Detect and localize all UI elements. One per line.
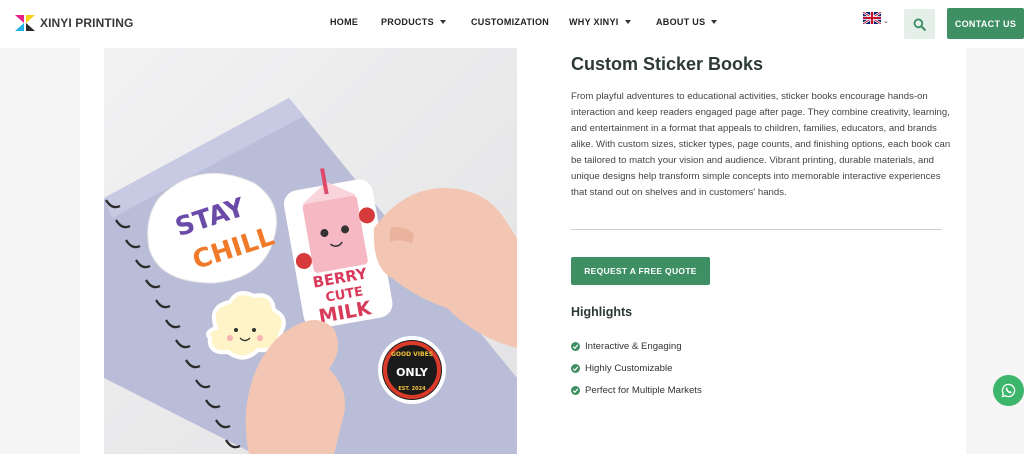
nav-item-label: WHY XINYI [569, 17, 619, 27]
highlight-item: Interactive & Engaging [571, 335, 702, 357]
check-circle-icon [571, 341, 580, 351]
nav-item-why-xinyi[interactable]: WHY XINYI [569, 17, 631, 27]
nav-item-label: ABOUT US [656, 17, 706, 27]
section-divider [571, 229, 942, 230]
search-icon [913, 18, 926, 31]
highlight-label: Perfect for Multiple Markets [585, 384, 702, 396]
nav-item-about-us[interactable]: ABOUT US [656, 17, 718, 27]
product-title: Custom Sticker Books [571, 54, 764, 74]
search-button[interactable] [904, 9, 935, 39]
good-vibes-badge-sticker: GOOD VIBES ONLY EST. 2024 [378, 336, 446, 404]
check-circle-icon [571, 363, 580, 373]
nav-item-home[interactable]: HOME [330, 17, 358, 27]
chevron-down-icon [711, 20, 718, 24]
badge-top-text: GOOD VIBES [391, 351, 433, 358]
request-quote-button[interactable]: REQUEST A FREE QUOTE [571, 257, 710, 285]
highlight-label: Highly Customizable [585, 362, 673, 374]
logo-mark-icon [15, 15, 35, 31]
nav-item-label: CUSTOMIZATION [471, 17, 550, 27]
product-description: From playful adventures to educational a… [571, 91, 951, 198]
site-header: XINYI PRINTING HOME PRODUCTS CUSTOMIZATI… [0, 0, 1024, 48]
highlight-item: Highly Customizable [571, 357, 702, 379]
whatsapp-chat-button[interactable] [993, 375, 1024, 406]
highlights-heading: Highlights [571, 305, 633, 319]
product-image: STAY CHILL BERRY CUTE MILK GOOD VIBES ON… [104, 48, 517, 454]
chevron-down-icon [624, 20, 631, 24]
nav-item-customization[interactable]: CUSTOMIZATION [471, 17, 549, 27]
whatsapp-icon [1001, 383, 1016, 398]
brand-logo[interactable]: XINYI PRINTING [14, 12, 133, 34]
nav-item-label: PRODUCTS [381, 17, 434, 27]
check-circle-icon [571, 385, 580, 395]
brand-name: XINYI PRINTING [40, 16, 134, 30]
badge-bottom-text: EST. 2024 [398, 386, 426, 392]
contact-us-button[interactable]: CONTACT US [947, 8, 1024, 39]
uk-flag-icon[interactable] [863, 12, 881, 24]
highlight-label: Interactive & Engaging [585, 340, 682, 352]
highlight-item: Perfect for Multiple Markets [571, 379, 702, 401]
language-chevron-icon[interactable]: ⌄ [883, 17, 889, 25]
badge-mid-text: ONLY [396, 366, 429, 379]
nav-item-products[interactable]: PRODUCTS [381, 17, 446, 27]
sticker-book-illustration: STAY CHILL BERRY CUTE MILK GOOD VIBES ON… [104, 48, 517, 454]
nav-item-label: HOME [330, 17, 359, 27]
chevron-down-icon [439, 20, 446, 24]
highlights-list: Interactive & Engaging Highly Customizab… [571, 335, 702, 401]
